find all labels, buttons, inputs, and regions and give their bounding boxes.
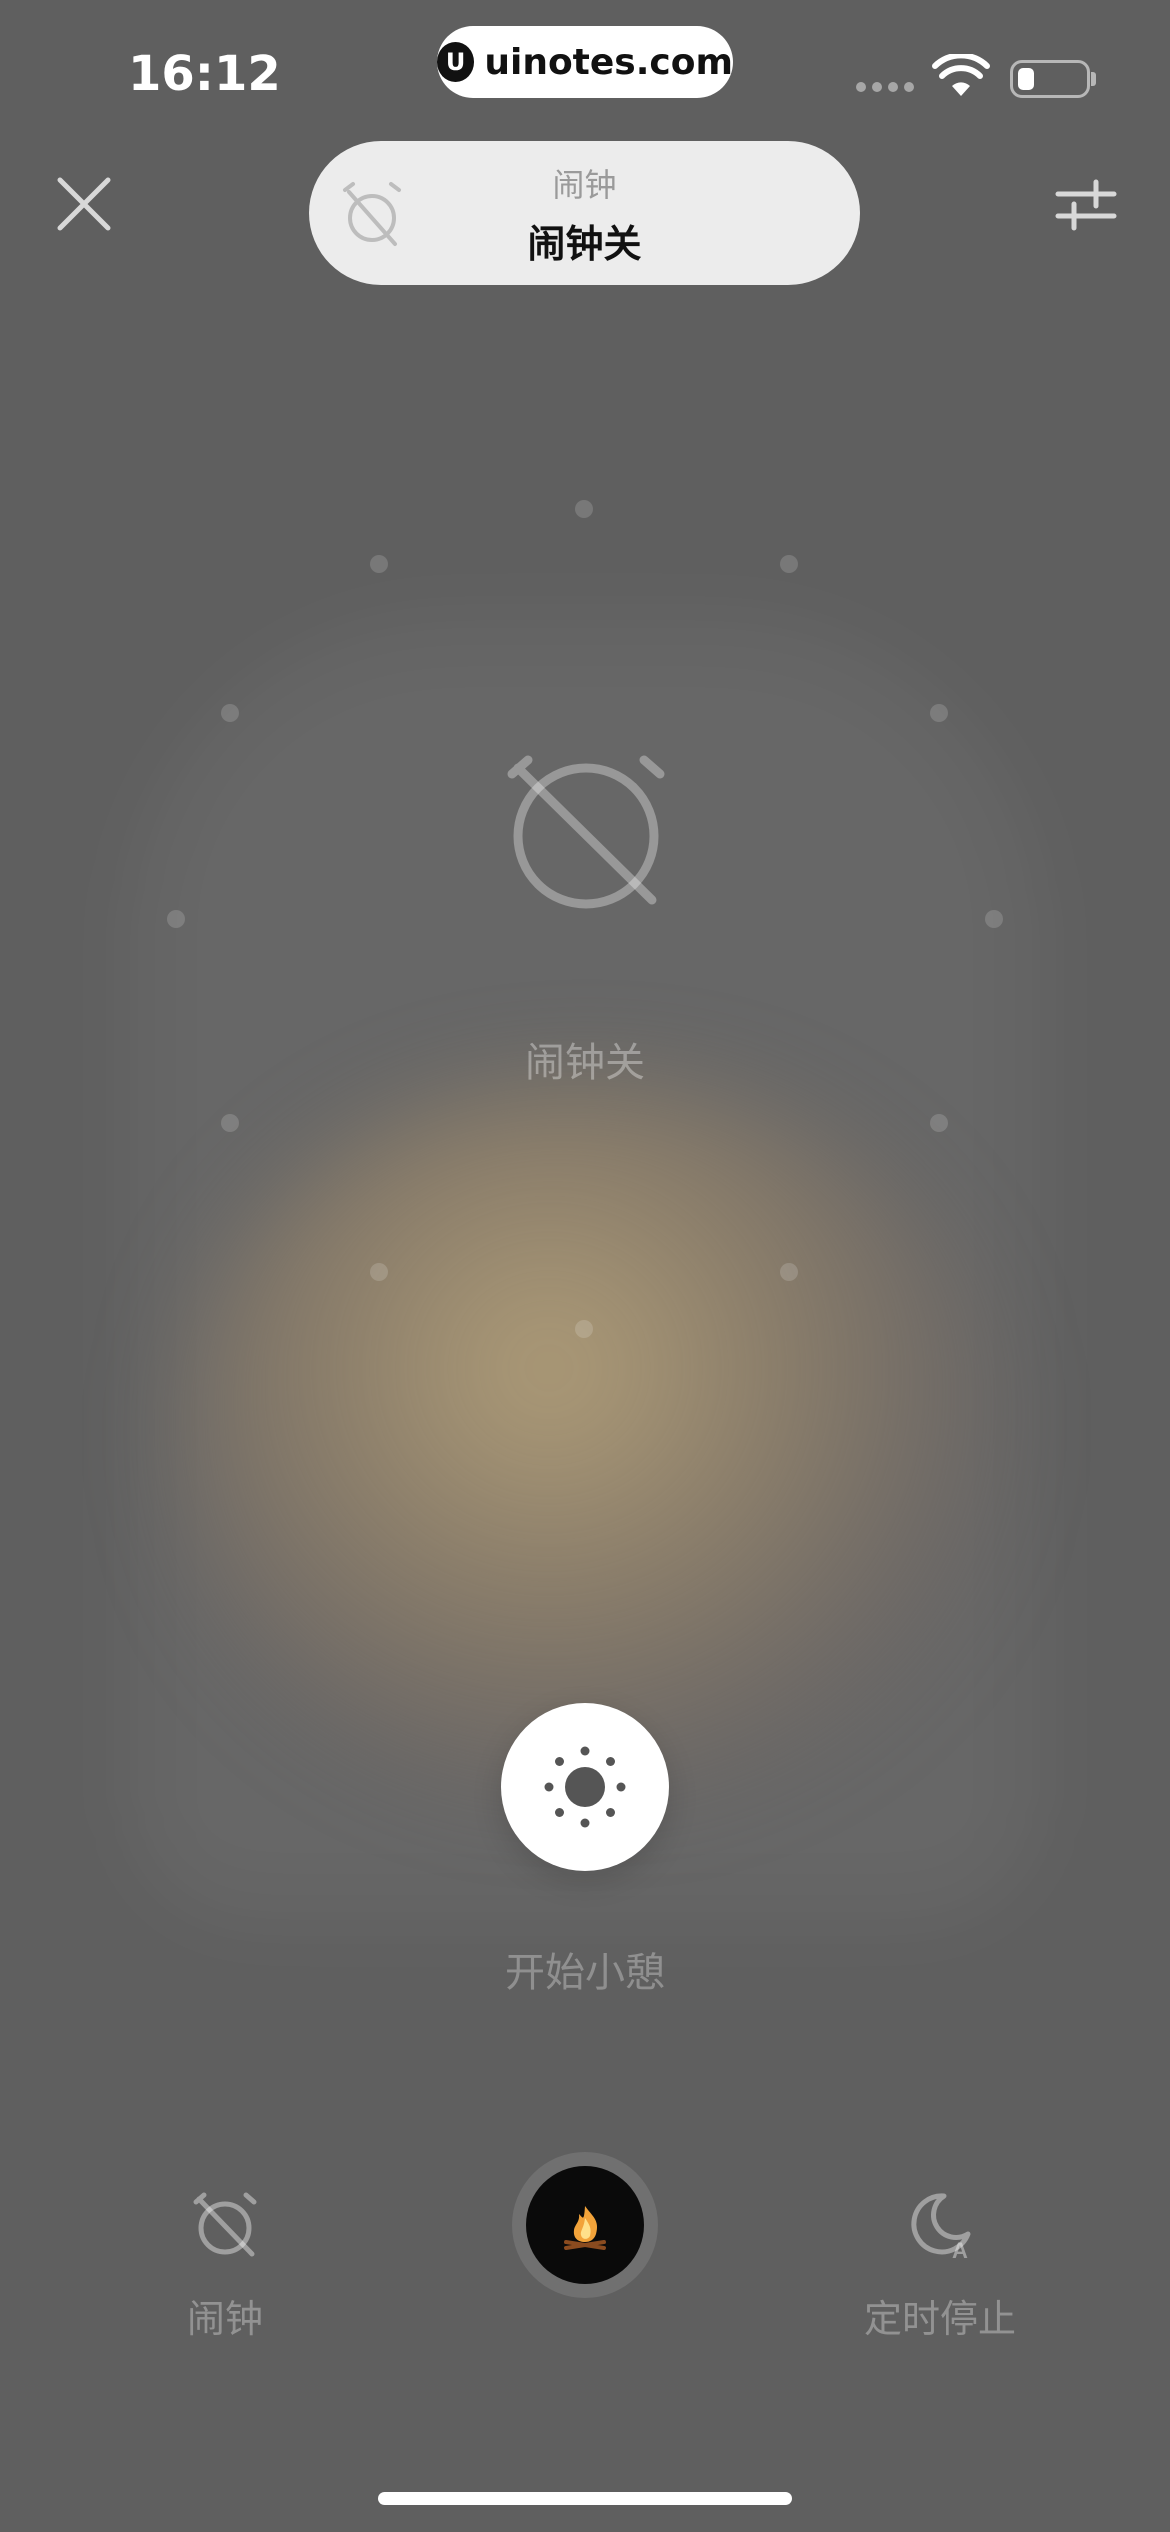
start-break-button[interactable] <box>501 1703 669 1871</box>
sliders-icon[interactable] <box>1050 172 1122 236</box>
alarm-status-label: 闹钟关 <box>525 1040 645 1086</box>
dial-dot <box>780 1263 798 1281</box>
pill-title: 闹钟关 <box>527 222 642 266</box>
battery-level <box>1018 68 1034 90</box>
alarm-tab-label: 闹钟 <box>186 2297 263 2341</box>
alarm-tab[interactable]: 闹钟 <box>150 2180 300 2341</box>
dial-dot <box>930 1114 948 1132</box>
dial-dot <box>780 555 798 573</box>
pill-subtitle: 闹钟 <box>552 166 617 204</box>
alarm-off-icon <box>193 2192 257 2257</box>
cellular-signal-icon <box>856 82 914 92</box>
dial-dot <box>575 500 593 518</box>
sleep-timer-tab[interactable]: A 定时停止 <box>860 2180 1020 2341</box>
home-indicator[interactable] <box>378 2492 792 2505</box>
close-icon[interactable] <box>48 168 120 240</box>
dial-dot <box>370 1263 388 1281</box>
moon-auto-icon: A <box>911 2193 971 2262</box>
battery-tip <box>1091 72 1096 86</box>
dial-dot <box>930 704 948 722</box>
svg-text:A: A <box>952 2238 968 2262</box>
watermark-text: uinotes.com <box>484 41 733 83</box>
alarm-off-icon <box>507 755 665 909</box>
campfire-icon <box>564 2206 606 2250</box>
wifi-icon <box>932 54 990 96</box>
dial-dot <box>575 1320 593 1338</box>
watermark-badge: U uinotes.com <box>437 26 733 98</box>
dial-dot <box>985 910 1003 928</box>
start-break-label: 开始小憩 <box>505 1950 665 1996</box>
battery-icon <box>1010 60 1090 98</box>
sun-icon <box>544 1746 626 1828</box>
dial-dot <box>167 910 185 928</box>
sleep-timer-label: 定时停止 <box>863 2297 1016 2341</box>
dial-dot <box>221 1114 239 1132</box>
status-time: 16:12 <box>128 46 281 102</box>
watermark-logo: U <box>437 42 475 82</box>
dial-dot <box>370 555 388 573</box>
dial-dot <box>221 704 239 722</box>
background-glow <box>180 1080 1000 1800</box>
